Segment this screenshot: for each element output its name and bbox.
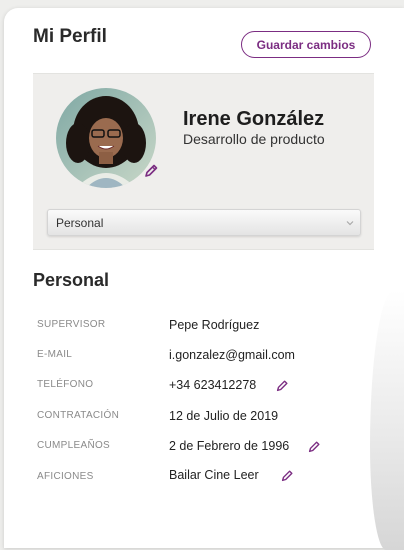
- pencil-icon: [281, 470, 293, 482]
- pencil-icon: [145, 164, 158, 177]
- field-label-hire-date: CONTRATACIÓN: [37, 410, 120, 421]
- field-value-hobbies: Bailar Cine Leer: [169, 468, 259, 482]
- section-select-value: Personal: [56, 216, 104, 230]
- save-changes-button[interactable]: Guardar cambios: [241, 31, 371, 58]
- field-value-phone: +34 623412278: [169, 378, 257, 392]
- field-value-hire-date: 12 de Julio de 2019: [169, 409, 279, 423]
- section-title: Personal: [33, 270, 110, 290]
- edit-birthday-button[interactable]: [307, 440, 321, 454]
- profile-name: Irene González: [183, 108, 325, 130]
- page-title: Mi Perfil: [33, 26, 107, 47]
- avatar-edit-button[interactable]: [141, 161, 161, 181]
- field-value-email: i.gonzalez@gmail.com: [169, 348, 295, 362]
- field-label-supervisor: SUPERVISOR: [37, 319, 106, 330]
- pencil-icon: [308, 441, 320, 453]
- field-label-phone: TELÉFONO: [37, 379, 94, 390]
- field-value-supervisor: Pepe Rodríguez: [169, 318, 260, 332]
- field-label-birthday: CUMPLEAÑOS: [37, 440, 111, 451]
- pencil-icon: [276, 380, 288, 392]
- edit-phone-button[interactable]: [275, 379, 289, 393]
- edit-hobbies-button[interactable]: [280, 469, 294, 483]
- profile-role: Desarrollo de producto: [183, 131, 325, 147]
- section-select[interactable]: Personal: [47, 209, 361, 236]
- chevron-down-icon: [346, 221, 354, 226]
- field-label-email: E-MAIL: [37, 349, 73, 360]
- field-label-hobbies: AFICIONES: [37, 471, 94, 482]
- field-value-birthday: 2 de Febrero de 1996: [169, 439, 290, 453]
